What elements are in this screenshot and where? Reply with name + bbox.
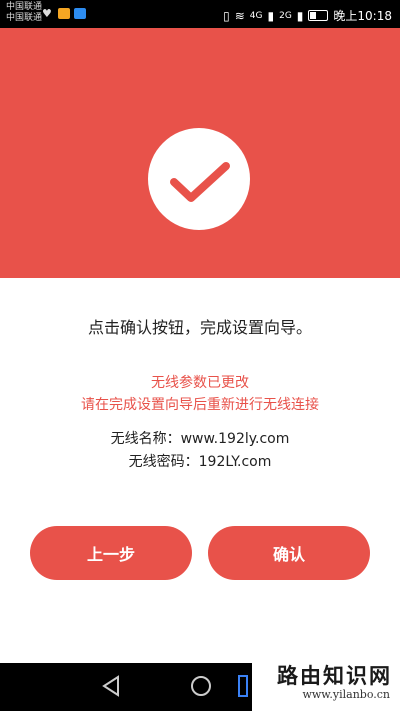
status-time: 晚上10:18 [333, 9, 392, 23]
signal-icon: ▮ [267, 8, 275, 23]
network-type-1: 4G [249, 10, 263, 21]
vibrate-icon: ▯ [223, 8, 230, 23]
wifi-icon: ≋ [234, 8, 245, 23]
notice-line-2: 请在完成设置向导后重新进行无线连接 [81, 397, 319, 413]
notification-icons: ♥ [42, 8, 86, 19]
instruction-text: 点击确认按钮，完成设置向导。 [87, 318, 312, 337]
wireless-notice: 无线参数已更改 请在完成设置向导后重新进行无线连接 [0, 372, 400, 416]
square-recent-icon[interactable] [238, 675, 248, 701]
status-right: ▯ ≋ 4G ▮ 2G ▮ 晚上10:18 [223, 7, 392, 24]
confirm-button[interactable]: 确认 [208, 526, 370, 580]
previous-step-button[interactable]: 上一步 [30, 526, 192, 580]
watermark: 路由知识网 www.yilanbo.cn [252, 656, 400, 711]
wireless-info: 无线名称：www.192ly.com 无线密码：192LY.com [0, 428, 400, 474]
watermark-url: www.yilanbo.cn [302, 688, 390, 701]
network-type-2: 2G [279, 10, 292, 21]
wifi-name: 无线名称：www.192ly.com [110, 431, 290, 447]
status-bar: 中国联通 中国联通 ♥ ▯ ≋ 4G ▮ 2G ▮ 晚上10:18 [0, 0, 400, 28]
triangle-back-icon[interactable] [102, 675, 120, 701]
wifi-password: 无线密码：192LY.com [128, 454, 272, 470]
signal-icon-2: ▮ [296, 8, 304, 23]
checkmark-icon [148, 128, 250, 230]
heart-icon: ♥ [42, 7, 52, 20]
watermark-title: 路由知识网 [277, 664, 392, 688]
app-notification-icon [58, 8, 70, 19]
carrier-name-1: 中国联通 [6, 2, 43, 12]
carrier-name-2: 中国联通 [6, 13, 43, 23]
battery-icon [308, 10, 329, 21]
notice-line-1: 无线参数已更改 [151, 375, 249, 391]
circle-home-icon[interactable] [190, 675, 212, 701]
app-notification-icon-2 [74, 8, 86, 19]
carrier-info: 中国联通 中国联通 [6, 2, 42, 24]
success-header [0, 28, 400, 278]
